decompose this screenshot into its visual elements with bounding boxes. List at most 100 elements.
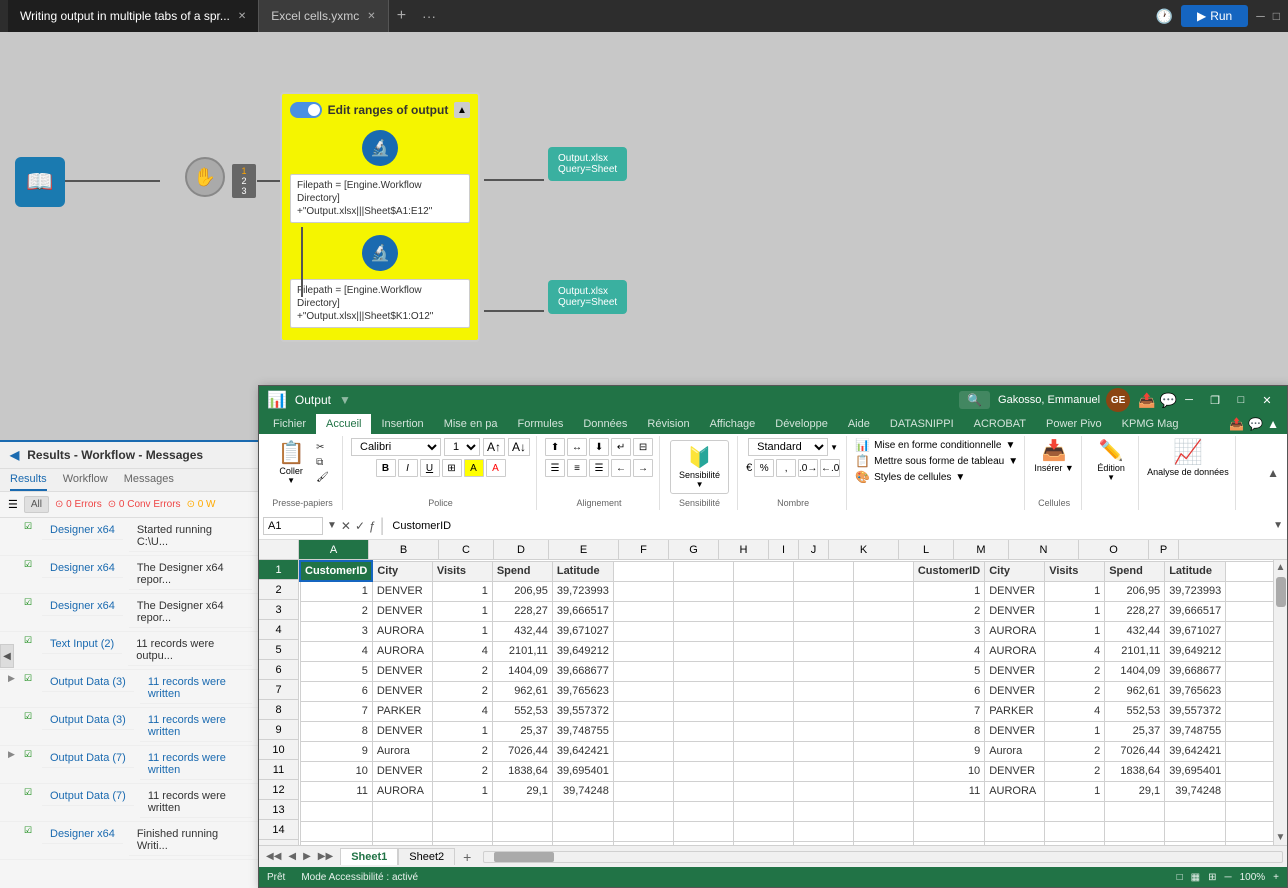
cell-H2[interactable] <box>733 581 793 601</box>
cell-A6[interactable]: 5 <box>300 661 372 681</box>
cell-K2[interactable]: 1 <box>913 581 984 601</box>
result-source-2[interactable]: Designer x64 <box>42 597 123 616</box>
cell-B14[interactable] <box>372 821 432 841</box>
zoom-in-icon[interactable]: + <box>1273 872 1279 883</box>
row-num-11[interactable]: 11 <box>259 760 298 780</box>
left-panel-toggle[interactable]: ◀ <box>0 644 14 668</box>
ribbon-comment-icon[interactable]: 💬 <box>1248 417 1263 431</box>
cell-J2[interactable] <box>853 581 913 601</box>
formula-insert-icon[interactable]: ƒ <box>369 519 376 533</box>
cell-F7[interactable] <box>613 681 673 701</box>
output-node-2[interactable]: Output.xlsx Query=Sheet <box>548 280 627 314</box>
cell-F5[interactable] <box>613 641 673 661</box>
cell-B7[interactable]: DENVER <box>372 681 432 701</box>
cell-F3[interactable] <box>613 601 673 621</box>
cell-K4[interactable]: 3 <box>913 621 984 641</box>
cell-C3[interactable]: 1 <box>432 601 492 621</box>
cell-M4[interactable]: 1 <box>1045 621 1105 641</box>
cell-D10[interactable]: 7026,44 <box>492 741 552 761</box>
table-format-button[interactable]: 📋 Mettre sous forme de tableau ▼ <box>855 454 1018 468</box>
cell-C6[interactable]: 2 <box>432 661 492 681</box>
cell-P4[interactable] <box>1226 621 1273 641</box>
border-button[interactable]: ⊞ <box>442 459 462 477</box>
cell-G6[interactable] <box>673 661 733 681</box>
horizontal-scrollbar[interactable] <box>483 851 1283 863</box>
maximize-icon[interactable]: □ <box>1273 9 1280 23</box>
cell-F11[interactable] <box>613 761 673 781</box>
cell-E7[interactable]: 39,765623 <box>552 681 613 701</box>
row-num-5[interactable]: 5 <box>259 640 298 660</box>
cell-E4[interactable]: 39,671027 <box>552 621 613 641</box>
cell-H12[interactable] <box>733 781 793 801</box>
font-color-button[interactable]: A <box>486 459 506 477</box>
row-num-14[interactable]: 14 <box>259 820 298 840</box>
cell-C9[interactable]: 1 <box>432 721 492 741</box>
result-source-5[interactable]: Output Data (3) <box>42 711 134 730</box>
cell-N1[interactable]: Spend <box>1105 561 1165 581</box>
sheet-scroll-right[interactable]: ▶▶ <box>315 851 336 862</box>
row-num-8[interactable]: 8 <box>259 700 298 720</box>
insert-cells-button[interactable]: 📥 Insérer ▼ <box>1034 438 1073 473</box>
result-source-4[interactable]: Output Data (3) <box>42 673 134 692</box>
cell-P2[interactable] <box>1226 581 1273 601</box>
cell-F1[interactable] <box>613 561 673 581</box>
cell-E6[interactable]: 39,668677 <box>552 661 613 681</box>
science-node-2[interactable]: 🔬 <box>362 235 398 271</box>
edition-button[interactable]: ✏️ Édition ▼ <box>1097 438 1125 482</box>
cell-B3[interactable]: DENVER <box>372 601 432 621</box>
cell-D11[interactable]: 1838,64 <box>492 761 552 781</box>
cell-G3[interactable] <box>673 601 733 621</box>
share-icon[interactable]: 📤 <box>1138 392 1155 409</box>
font-grow-icon[interactable]: A↑ <box>483 438 505 456</box>
scroll-down-btn[interactable]: ▼ <box>1274 830 1287 845</box>
cell-G1[interactable] <box>673 561 733 581</box>
cell-C11[interactable]: 2 <box>432 761 492 781</box>
user-avatar[interactable]: GE <box>1106 388 1130 412</box>
cell-H1[interactable] <box>733 561 793 581</box>
cell-P12[interactable] <box>1226 781 1273 801</box>
cell-D5[interactable]: 2101,11 <box>492 641 552 661</box>
cell-O11[interactable]: 39,695401 <box>1165 761 1226 781</box>
cell-M7[interactable]: 2 <box>1045 681 1105 701</box>
list-view-icon[interactable]: ☰ <box>8 498 18 511</box>
run-button[interactable]: ▶ Run <box>1181 5 1248 27</box>
ribbon-collapse-icon[interactable]: ▲ <box>1267 417 1279 431</box>
cell-A10[interactable]: 9 <box>300 741 372 761</box>
tab-excel-close[interactable]: ✕ <box>367 11 375 22</box>
cut-button[interactable]: ✂ <box>313 441 332 454</box>
cell-O4[interactable]: 39,671027 <box>1165 621 1226 641</box>
cell-O12[interactable]: 39,74248 <box>1165 781 1226 801</box>
indent-increase-button[interactable]: → <box>633 459 653 477</box>
cell-B10[interactable]: Aurora <box>372 741 432 761</box>
add-sheet-button[interactable]: + <box>455 849 479 865</box>
cell-N4[interactable]: 432,44 <box>1105 621 1165 641</box>
analyze-data-button[interactable]: 📈 Analyse de données <box>1147 438 1229 477</box>
cell-I6[interactable] <box>793 661 853 681</box>
cell-M9[interactable]: 1 <box>1045 721 1105 741</box>
cell-C13[interactable] <box>432 801 492 821</box>
cell-I10[interactable] <box>793 741 853 761</box>
cell-I8[interactable] <box>793 701 853 721</box>
row-num-6[interactable]: 6 <box>259 660 298 680</box>
cell-B6[interactable]: DENVER <box>372 661 432 681</box>
cell-H4[interactable] <box>733 621 793 641</box>
cell-K8[interactable]: 7 <box>913 701 984 721</box>
align-top-button[interactable]: ⬆ <box>545 438 565 456</box>
align-bottom-button[interactable]: ⬇ <box>589 438 609 456</box>
cell-F13[interactable] <box>613 801 673 821</box>
cell-B11[interactable]: DENVER <box>372 761 432 781</box>
cell-J6[interactable] <box>853 661 913 681</box>
cell-A14[interactable] <box>300 821 372 841</box>
cell-A5[interactable]: 4 <box>300 641 372 661</box>
result-source-6[interactable]: Output Data (7) <box>42 749 134 768</box>
cell-M1[interactable]: Visits <box>1045 561 1105 581</box>
cell-P9[interactable] <box>1226 721 1273 741</box>
col-header-F[interactable]: F <box>619 540 669 559</box>
vertical-scrollbar[interactable]: ▲ ▼ <box>1273 560 1287 845</box>
cell-B5[interactable]: AURORA <box>372 641 432 661</box>
cell-J5[interactable] <box>853 641 913 661</box>
expand-left-icon[interactable]: ◀ <box>10 448 19 462</box>
cell-G10[interactable] <box>673 741 733 761</box>
cell-M8[interactable]: 4 <box>1045 701 1105 721</box>
cell-G4[interactable] <box>673 621 733 641</box>
